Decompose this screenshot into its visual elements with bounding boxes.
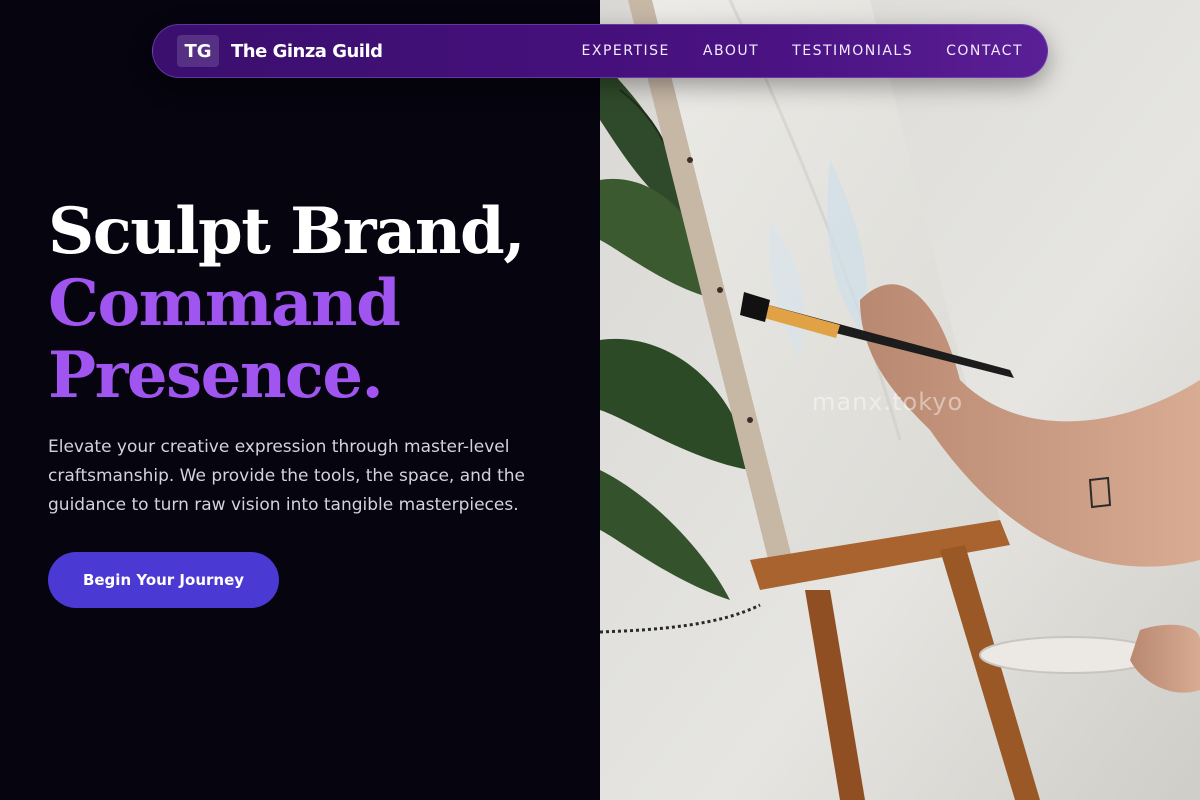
nav-link-testimonials[interactable]: TESTIMONIALS — [792, 43, 913, 59]
nav-link-about[interactable]: ABOUT — [703, 43, 759, 59]
nav-link-contact[interactable]: CONTACT — [946, 43, 1023, 59]
top-navbar: TG The Ginza Guild EXPERTISE ABOUT TESTI… — [152, 24, 1048, 78]
hero-title-line-1: Sculpt Brand, — [48, 194, 525, 269]
image-watermark: manx.tokyo — [812, 388, 964, 416]
begin-journey-button[interactable]: Begin Your Journey — [48, 552, 279, 608]
hero-title-line-3: Presence. — [48, 338, 384, 413]
nav-menu: EXPERTISE ABOUT TESTIMONIALS CONTACT — [582, 43, 1023, 59]
hero-subtitle: Elevate your creative expression through… — [48, 437, 526, 515]
brand-name[interactable]: The Ginza Guild — [231, 41, 383, 62]
logo-badge[interactable]: TG — [177, 35, 219, 67]
hero-title: Sculpt Brand, Command Presence. — [48, 194, 525, 413]
nav-link-expertise[interactable]: EXPERTISE — [582, 43, 670, 59]
hero-title-line-2: Command — [48, 266, 401, 341]
